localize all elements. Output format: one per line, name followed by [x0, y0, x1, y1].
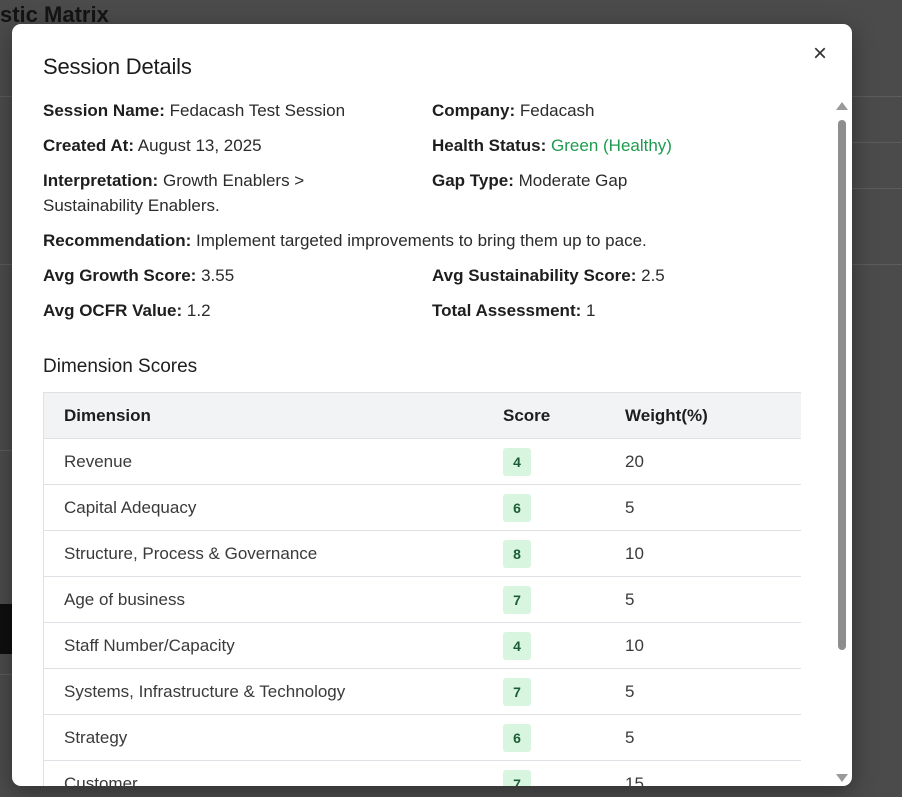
score-cell: 4 — [502, 622, 624, 669]
score-cell: 6 — [502, 484, 624, 531]
background-divider — [851, 142, 902, 143]
gap-type-value: Moderate Gap — [518, 171, 628, 190]
dimension-cell: Staff Number/Capacity — [43, 622, 502, 669]
weight-cell: 10 — [624, 530, 801, 577]
table-row: Systems, Infrastructure & Technology 7 5 — [43, 668, 801, 715]
created-at-field: Created At: August 13, 2025 — [43, 133, 262, 158]
created-at-label: Created At: — [43, 136, 134, 155]
company-value: Fedacash — [519, 101, 595, 120]
score-badge: 8 — [503, 539, 531, 568]
weight-cell: 15 — [624, 760, 801, 786]
session-details-modal: Session Details × Session Name: Fedacash… — [12, 24, 852, 786]
dimension-cell: Customer — [43, 760, 502, 786]
dimension-cell: Age of business — [43, 576, 502, 623]
session-name-field: Session Name: Fedacash Test Session — [43, 98, 345, 123]
avg-sustainability-field: Avg Sustainability Score: 2.5 — [432, 263, 665, 288]
background-divider — [851, 96, 902, 97]
table-row: Structure, Process & Governance 8 10 — [43, 530, 801, 577]
interpretation-value-line1: Growth Enablers > — [162, 171, 305, 190]
avg-sustainability-value: 2.5 — [641, 266, 665, 285]
avg-ocfr-field: Avg OCFR Value: 1.2 — [43, 298, 211, 323]
avg-sustainability-label: Avg Sustainability Score: — [432, 266, 637, 285]
avg-ocfr-value: 1.2 — [186, 301, 211, 320]
scroll-down-arrow-icon[interactable] — [836, 774, 848, 782]
weight-cell: 5 — [624, 484, 801, 531]
modal-title: Session Details — [43, 54, 192, 79]
total-assessment-label: Total Assessment: — [432, 301, 582, 320]
background-divider — [851, 188, 902, 189]
column-header-weight: Weight(%) — [624, 392, 801, 439]
background-divider — [0, 674, 12, 675]
score-badge: 7 — [503, 585, 531, 614]
background-divider — [0, 450, 12, 451]
column-header-score: Score — [502, 392, 624, 439]
health-status-value: Green (Healthy) — [551, 136, 672, 155]
avg-growth-value: 3.55 — [201, 266, 235, 285]
score-badge: 6 — [503, 723, 531, 752]
dimension-cell: Structure, Process & Governance — [43, 530, 502, 577]
score-cell: 7 — [502, 760, 624, 786]
interpretation-value-line2: Sustainability Enablers. — [43, 196, 220, 215]
score-badge: 7 — [503, 677, 531, 706]
table-row: Staff Number/Capacity 4 10 — [43, 622, 801, 669]
weight-cell: 5 — [624, 714, 801, 761]
weight-cell: 20 — [624, 438, 801, 485]
avg-ocfr-label: Avg OCFR Value: — [43, 301, 183, 320]
session-name-label: Session Name: — [43, 101, 165, 120]
dimension-scores-heading: Dimension Scores — [43, 356, 198, 377]
table-row: Capital Adequacy 6 5 — [43, 484, 801, 531]
score-cell: 6 — [502, 714, 624, 761]
scrollbar-thumb[interactable] — [838, 120, 846, 650]
background-divider — [851, 264, 902, 265]
table-row: Strategy 6 5 — [43, 714, 801, 761]
score-badge: 6 — [503, 493, 531, 522]
interpretation-label: Interpretation: — [43, 171, 159, 190]
created-at-value: August 13, 2025 — [137, 136, 262, 155]
dimension-scores-table-container: Dimension Score Weight(%) Revenue 4 20 C… — [43, 392, 801, 786]
avg-growth-field: Avg Growth Score: 3.55 — [43, 263, 234, 288]
score-badge: 7 — [503, 769, 531, 786]
interpretation-field: Interpretation: Growth Enablers > Sustai… — [43, 168, 403, 218]
dimension-scores-table: Dimension Score Weight(%) Revenue 4 20 C… — [43, 392, 801, 786]
company-label: Company: — [432, 101, 516, 120]
table-row: Age of business 7 5 — [43, 576, 801, 623]
score-badge: 4 — [503, 631, 531, 660]
dimension-cell: Revenue — [43, 438, 502, 485]
dimension-cell: Capital Adequacy — [43, 484, 502, 531]
avg-growth-label: Avg Growth Score: — [43, 266, 197, 285]
background-button — [0, 604, 12, 654]
column-header-dimension: Dimension — [43, 392, 502, 439]
score-cell: 7 — [502, 576, 624, 623]
modal-scrollbar[interactable] — [834, 102, 850, 782]
gap-type-field: Gap Type: Moderate Gap — [432, 168, 627, 193]
total-assessment-value: 1 — [586, 301, 596, 320]
health-status-field: Health Status: Green (Healthy) — [432, 133, 672, 158]
score-cell: 7 — [502, 668, 624, 715]
gap-type-label: Gap Type: — [432, 171, 514, 190]
score-cell: 4 — [502, 438, 624, 485]
background-divider — [0, 96, 12, 97]
recommendation-value: Implement targeted improvements to bring… — [196, 231, 647, 250]
weight-cell: 10 — [624, 622, 801, 669]
total-assessment-field: Total Assessment: 1 — [432, 298, 595, 323]
table-header-row: Dimension Score Weight(%) — [43, 392, 801, 439]
table-row: Revenue 4 20 — [43, 438, 801, 485]
recommendation-label: Recommendation: — [43, 231, 192, 250]
recommendation-field: Recommendation: Implement targeted impro… — [43, 228, 647, 253]
close-icon: × — [812, 40, 827, 67]
close-button[interactable]: × — [808, 42, 832, 66]
dimension-cell: Systems, Infrastructure & Technology — [43, 668, 502, 715]
background-divider — [0, 264, 12, 265]
table-row: Customer 7 15 — [43, 760, 801, 786]
score-cell: 8 — [502, 530, 624, 577]
session-name-value: Fedacash Test Session — [169, 101, 346, 120]
scroll-up-arrow-icon[interactable] — [836, 102, 848, 110]
weight-cell: 5 — [624, 668, 801, 715]
dimension-cell: Strategy — [43, 714, 502, 761]
weight-cell: 5 — [624, 576, 801, 623]
health-status-label: Health Status: — [432, 136, 547, 155]
score-badge: 4 — [503, 447, 531, 476]
company-field: Company: Fedacash — [432, 98, 595, 123]
